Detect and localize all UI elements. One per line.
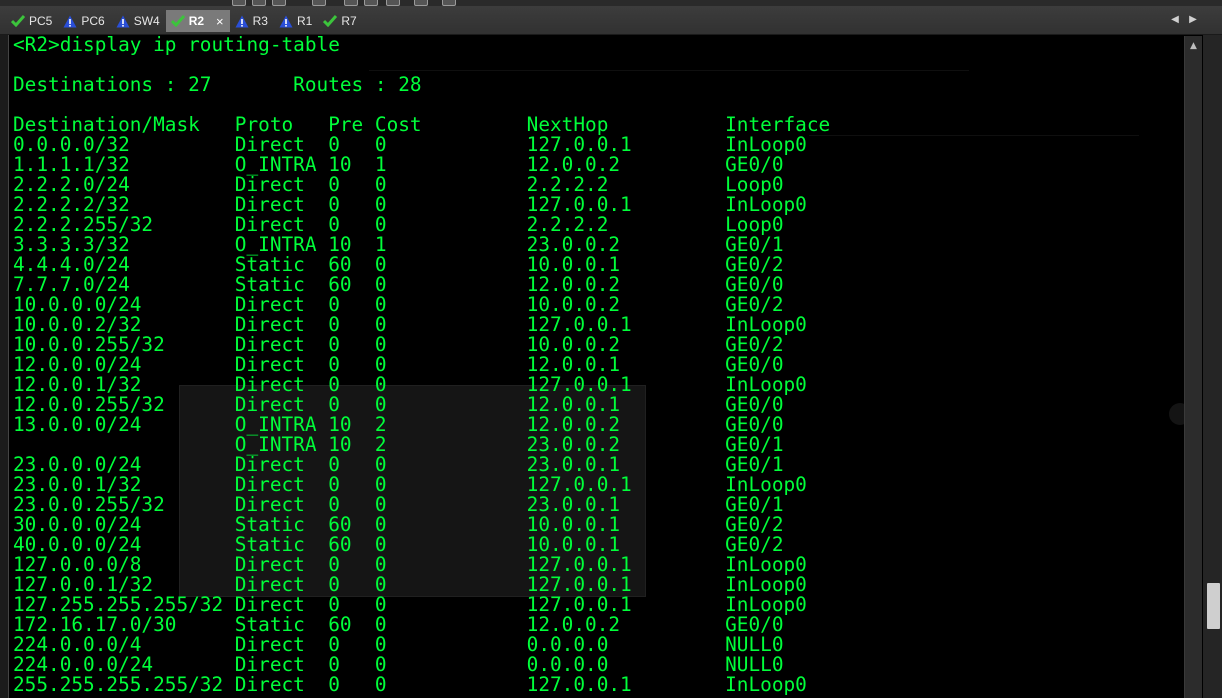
route-row: 224.0.0.0/24 Direct 0 0 0.0.0.0 NULL0 <box>13 653 784 676</box>
route-row: 23.0.0.1/32 Direct 0 0 127.0.0.1 InLoop0 <box>13 473 807 496</box>
warning-icon <box>235 14 249 28</box>
check-icon <box>323 14 338 28</box>
tab-label: PC6 <box>81 14 105 28</box>
terminal-window[interactable]: <R2>display ip routing-table Destination… <box>8 35 1204 698</box>
route-row: 13.0.0.0/24 O_INTRA 10 2 12.0.0.2 GE0/0 <box>13 413 784 436</box>
route-row: 127.0.0.0/8 Direct 0 0 127.0.0.1 InLoop0 <box>13 553 807 576</box>
tab-label: R1 <box>296 14 313 28</box>
route-row: 3.3.3.3/32 O_INTRA 10 1 23.0.0.2 GE0/1 <box>13 233 784 256</box>
tab-r7[interactable]: R7 <box>318 10 362 32</box>
tab-label: R7 <box>341 14 357 28</box>
toolbar-button-icon[interactable] <box>364 0 378 6</box>
console-output: <R2>display ip routing-table Destination… <box>13 35 1189 698</box>
tab-pc5[interactable]: PC5 <box>6 10 58 32</box>
device-tabs: PC5 PC6 SW4 R2 × R3 R1 R7 <box>6 10 363 32</box>
toolbar-button-icon[interactable] <box>232 0 246 6</box>
tab-r1[interactable]: R1 <box>274 10 318 32</box>
route-row: 2.2.2.2/32 Direct 0 0 127.0.0.1 InLoop0 <box>13 193 807 216</box>
warning-icon <box>63 14 77 28</box>
scroll-up-icon[interactable]: ▲ <box>1185 38 1202 54</box>
toolbar-button-icon[interactable] <box>312 0 326 6</box>
console-blank-line <box>13 95 1189 115</box>
console-command: <R2>display ip routing-table <box>13 35 340 56</box>
toolbar-button-icon[interactable] <box>344 0 358 6</box>
route-row: 255.255.255.255/32 Direct 0 0 127.0.0.1 … <box>13 673 807 696</box>
toolbar-button-icon[interactable] <box>252 0 266 6</box>
toolbar-strip <box>0 0 1222 6</box>
console-blank-line <box>13 55 1189 75</box>
route-row: 12.0.0.255/32 Direct 0 0 12.0.0.1 GE0/0 <box>13 393 784 416</box>
outer-scrollbar-thumb[interactable] <box>1207 583 1220 629</box>
tab-label: SW4 <box>133 14 160 28</box>
tab-scroll-right-icon[interactable]: ▶ <box>1188 14 1198 26</box>
route-row: 0.0.0.0/32 Direct 0 0 127.0.0.1 InLoop0 <box>13 133 807 156</box>
console-scrollbar[interactable]: ▲ <box>1184 36 1202 698</box>
route-row: 23.0.0.255/32 Direct 0 0 23.0.0.1 GE0/1 <box>13 493 784 516</box>
tab-r3[interactable]: R3 <box>230 10 274 32</box>
check-icon <box>170 14 185 28</box>
route-row: 23.0.0.0/24 Direct 0 0 23.0.0.1 GE0/1 <box>13 453 784 476</box>
route-row: 2.2.2.255/32 Direct 0 0 2.2.2.2 Loop0 <box>13 213 784 236</box>
route-row: 10.0.0.0/24 Direct 0 0 10.0.0.2 GE0/2 <box>13 293 784 316</box>
toolbar-button-icon[interactable] <box>272 0 286 6</box>
tab-r2[interactable]: R2 × <box>165 10 230 32</box>
console-summary: Destinations : 27 Routes : 28 <box>13 73 422 96</box>
route-row: 12.0.0.1/32 Direct 0 0 127.0.0.1 InLoop0 <box>13 373 807 396</box>
tab-pc6[interactable]: PC6 <box>58 10 110 32</box>
toolbar-button-icon[interactable] <box>386 0 400 6</box>
tab-sw4[interactable]: SW4 <box>111 10 166 32</box>
tab-label: R2 <box>188 14 205 28</box>
route-row: 12.0.0.0/24 Direct 0 0 12.0.0.1 GE0/0 <box>13 353 784 376</box>
warning-icon <box>116 14 130 28</box>
route-row: 127.255.255.255/32 Direct 0 0 127.0.0.1 … <box>13 593 807 616</box>
route-row: 224.0.0.0/4 Direct 0 0 0.0.0.0 NULL0 <box>13 633 784 656</box>
close-icon[interactable]: × <box>216 14 224 29</box>
route-row: 10.0.0.255/32 Direct 0 0 10.0.0.2 GE0/2 <box>13 333 784 356</box>
route-row: O_INTRA 10 2 23.0.0.2 GE0/1 <box>13 433 784 456</box>
tab-label: R3 <box>252 14 268 28</box>
tab-label: PC5 <box>29 14 53 28</box>
route-row: 127.0.0.1/32 Direct 0 0 127.0.0.1 InLoop… <box>13 573 807 596</box>
route-row: 4.4.4.0/24 Static 60 0 10.0.0.1 GE0/2 <box>13 253 784 276</box>
route-row: 172.16.17.0/30 Static 60 0 12.0.0.2 GE0/… <box>13 613 784 636</box>
warning-icon <box>279 14 293 28</box>
route-row: 10.0.0.2/32 Direct 0 0 127.0.0.1 InLoop0 <box>13 313 807 336</box>
tab-scroll-left-icon[interactable]: ◀ <box>1170 14 1180 26</box>
toolbar-button-icon[interactable] <box>414 0 428 6</box>
routing-table-header: Destination/Mask Proto Pre Cost NextHop … <box>13 113 831 136</box>
outer-scrollbar[interactable] <box>1203 35 1222 698</box>
tab-bar: PC5 PC6 SW4 R2 × R3 R1 R7 ◀ ▶ <box>0 0 1222 35</box>
route-row: 1.1.1.1/32 O_INTRA 10 1 12.0.0.2 GE0/0 <box>13 153 784 176</box>
route-row: 30.0.0.0/24 Static 60 0 10.0.0.1 GE0/2 <box>13 513 784 536</box>
route-row: 7.7.7.0/24 Static 60 0 12.0.0.2 GE0/0 <box>13 273 784 296</box>
route-row: 40.0.0.0/24 Static 60 0 10.0.0.1 GE0/2 <box>13 533 784 556</box>
check-icon <box>11 14 25 28</box>
route-row: 2.2.2.0/24 Direct 0 0 2.2.2.2 Loop0 <box>13 173 784 196</box>
toolbar-button-icon[interactable] <box>442 0 456 6</box>
